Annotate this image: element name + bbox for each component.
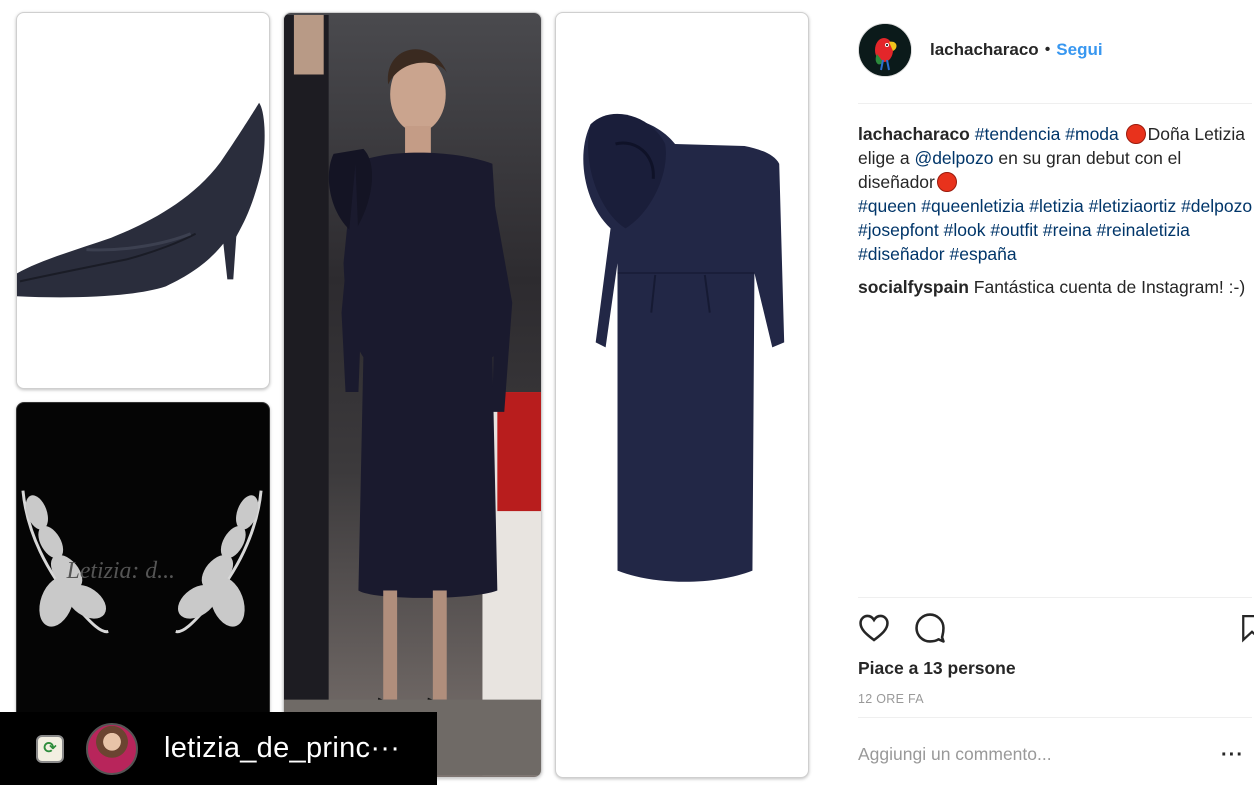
header-username[interactable]: lachacharaco: [930, 40, 1039, 60]
caption-hashtag-link[interactable]: #diseñador: [858, 244, 945, 264]
repost-username: letizia_de_princ···: [164, 732, 401, 764]
header-divider: [858, 103, 1252, 104]
navy-pump-shoe-image: [17, 102, 265, 298]
caption-hashtag-link[interactable]: #letizia: [1029, 196, 1083, 216]
heart-outline-icon: [859, 614, 889, 642]
add-comment-input[interactable]: [858, 744, 1218, 765]
likes-count[interactable]: Piace a 13 persone: [858, 658, 1016, 679]
profile-avatar[interactable]: [858, 23, 912, 77]
caption-text: [1119, 124, 1124, 144]
navy-dress-image: [583, 113, 785, 582]
action-bar: [856, 610, 1254, 646]
comment-username[interactable]: socialfyspain: [858, 277, 969, 297]
red-circle-emoji-icon: [1125, 124, 1146, 144]
caption-hashtag-link[interactable]: #reinaletizia: [1096, 220, 1189, 240]
caption-username[interactable]: lachacharaco: [858, 124, 970, 144]
leaf-earrings-image: Letizia: d...: [21, 490, 263, 634]
bookmark-outline-icon: [1242, 615, 1254, 643]
woman-in-dress-photo: [284, 14, 541, 776]
post-image[interactable]: Letizia: d... ⟳ letizia_de_princ···: [0, 0, 840, 785]
repost-avatar: [86, 722, 138, 775]
actions-divider: [858, 597, 1252, 598]
post-header: lachacharaco • Segui: [858, 22, 1103, 78]
caption-hashtag-link[interactable]: #moda: [1065, 124, 1119, 144]
comment-item: socialfyspain Fantástica cuenta de Insta…: [858, 275, 1254, 299]
save-button[interactable]: [1234, 610, 1254, 646]
caption-hashtag-link[interactable]: #españa: [949, 244, 1016, 264]
parrot-logo-icon: [859, 24, 911, 76]
post-caption: lachacharaco #tendencia #moda Doña Letiz…: [858, 122, 1254, 266]
like-button[interactable]: [856, 610, 892, 646]
comment-button[interactable]: [912, 610, 948, 646]
repost-icon: ⟳: [36, 734, 64, 763]
caption-hashtag-link[interactable]: #outfit: [990, 220, 1038, 240]
post-sidebar: lachacharaco • Segui lachacharaco #tende…: [840, 0, 1254, 785]
caption-hashtag-link[interactable]: #queen: [858, 196, 916, 216]
repost-attribution-bar: ⟳ letizia_de_princ···: [0, 712, 437, 785]
follow-button[interactable]: Segui: [1056, 40, 1102, 60]
watermark-text: Letizia: d...: [66, 558, 175, 584]
caption-hashtag-link[interactable]: #letiziaortiz: [1089, 196, 1177, 216]
collage-dress-panel: [555, 12, 809, 778]
caption-hashtag-link[interactable]: #tendencia: [975, 124, 1061, 144]
collage-photo-panel: [283, 12, 542, 778]
caption-body: #tendencia #moda Doña Letizia elige a @d…: [858, 124, 1252, 264]
caption-hashtag-link[interactable]: #queenletizia: [921, 196, 1024, 216]
caption-hashtag-link[interactable]: @delpozo: [914, 148, 993, 168]
caption-hashtag-link[interactable]: #josepfont: [858, 220, 939, 240]
post-timestamp[interactable]: 12 ORE FA: [858, 692, 924, 706]
collage-earrings-panel: Letizia: d...: [16, 402, 270, 732]
caption-hashtag-link[interactable]: #delpozo: [1181, 196, 1252, 216]
caption-hashtag-link[interactable]: #reina: [1043, 220, 1092, 240]
more-options-button[interactable]: ···: [1221, 744, 1244, 767]
comment-divider: [858, 717, 1252, 718]
comment-text: Fantástica cuenta de Instagram! :-): [973, 277, 1246, 297]
speech-bubble-icon: [915, 613, 945, 643]
red-circle-emoji-icon: [936, 172, 957, 192]
header-separator: •: [1044, 41, 1051, 58]
collage-shoe-panel: [16, 12, 270, 389]
caption-hashtag-link[interactable]: #look: [944, 220, 986, 240]
